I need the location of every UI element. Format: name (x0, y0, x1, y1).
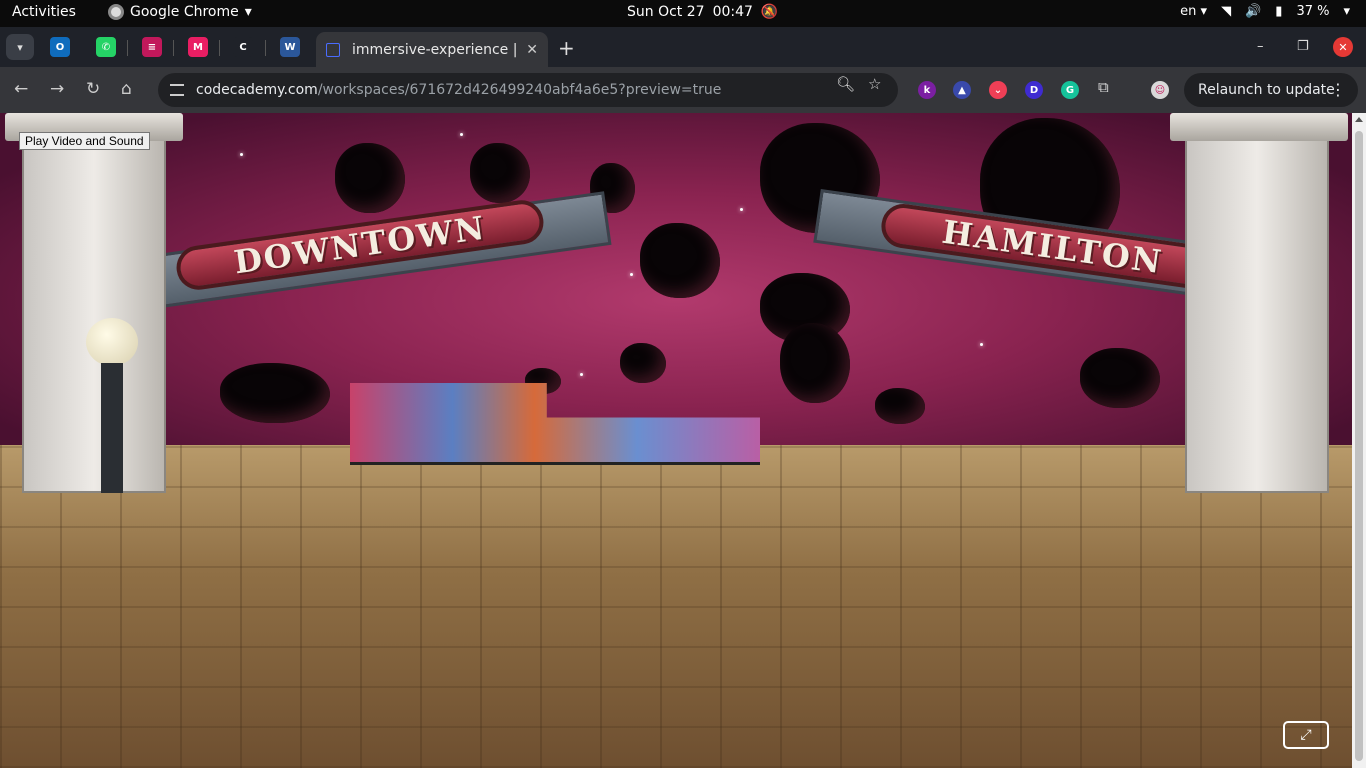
asteroid (875, 388, 925, 424)
site-info-icon[interactable] (170, 84, 184, 96)
d-extension-icon[interactable]: D (1025, 81, 1043, 99)
extensions-puzzle-icon[interactable]: ⧉ (1098, 78, 1109, 96)
zoom-icon[interactable]: 🔍︎ (836, 75, 855, 93)
rocket-extension-icon[interactable]: ▲ (953, 81, 971, 99)
asteroid (640, 223, 720, 298)
scrollbar-thumb[interactable] (1355, 131, 1363, 761)
scroll-up-arrow-icon[interactable] (1355, 117, 1363, 122)
play-video-and-sound-button[interactable]: Play Video and Sound (19, 132, 150, 150)
new-tab-button[interactable]: + (558, 36, 575, 60)
asteroid (1080, 348, 1160, 408)
tab-search-button[interactable]: ▾ (6, 34, 34, 60)
left-lamp-post (101, 363, 123, 493)
tab-divider (265, 40, 266, 56)
grammarly-extension-icon[interactable]: G (1061, 81, 1079, 99)
battery-percent: 37 % (1296, 4, 1330, 19)
system-tray[interactable]: en ▾ ◥ 🔊 ▮ 37 % ▾ (1180, 4, 1350, 19)
left-stone-pillar (22, 123, 166, 493)
app-menu-label: Google Chrome (130, 4, 239, 20)
bookmark-star-icon[interactable]: ☆ (868, 75, 881, 93)
relaunch-to-update-button[interactable]: Relaunch to update ⋮ (1184, 73, 1358, 107)
fullscreen-toggle-icon[interactable]: ⤢ (1283, 721, 1329, 749)
browser-toolbar: ← → ↻ ⌂ codecademy.com/workspaces/671672… (0, 67, 1366, 113)
activities-button[interactable]: Activities (12, 4, 76, 20)
more-menu-icon[interactable]: ⋮ (1330, 80, 1346, 99)
system-top-bar: Activities Google Chrome ▾ Sun Oct 27 00… (0, 0, 1366, 27)
star (240, 153, 243, 156)
language-indicator[interactable]: en ▾ (1180, 4, 1207, 19)
date-label: Sun Oct 27 (627, 4, 705, 20)
tab-app-stack[interactable]: ≡ (142, 37, 162, 57)
star (580, 373, 583, 376)
right-pillar-cap (1170, 113, 1348, 141)
home-button[interactable]: ⌂ (121, 79, 132, 99)
tab-app-tiles[interactable]: M (188, 37, 208, 57)
clock[interactable]: Sun Oct 27 00:47 🔕 (627, 4, 778, 20)
app-menu[interactable]: Google Chrome ▾ (108, 4, 252, 20)
star (980, 343, 983, 346)
profile-avatar[interactable]: ☺ (1151, 81, 1169, 99)
relaunch-label: Relaunch to update (1198, 82, 1335, 98)
asteroid (470, 143, 530, 203)
tab-word[interactable]: W (280, 37, 300, 57)
close-icon[interactable]: ✕ (526, 42, 538, 58)
chrome-icon (108, 4, 124, 20)
wifi-icon: ◥ (1221, 4, 1232, 19)
maximize-button[interactable]: ❐ (1297, 39, 1309, 54)
time-label: 00:47 (712, 4, 753, 20)
k-extension-icon[interactable]: k (918, 81, 936, 99)
right-stone-pillar (1185, 123, 1329, 493)
asteroid (620, 343, 666, 383)
asteroid (220, 363, 330, 423)
back-button[interactable]: ← (14, 79, 28, 99)
battery-icon: ▮ (1275, 4, 1283, 19)
address-bar[interactable]: codecademy.com/workspaces/671672d4264992… (158, 73, 898, 107)
minimize-button[interactable]: – (1257, 39, 1264, 54)
tab-immersive-experience[interactable]: immersive-experience | H ✕ (316, 32, 548, 67)
pocket-extension-icon[interactable]: ⌄ (989, 81, 1007, 99)
tab-strip: ▾ O ✆ ≡ M C W immersive-experience | H ✕… (0, 27, 1366, 67)
language-label: en (1180, 4, 1197, 19)
tab-codecademy[interactable]: C (233, 37, 253, 57)
tab-title: immersive-experience | H (352, 41, 521, 58)
immersive-scene[interactable]: DOWNTOWN HAMILTON (0, 113, 1352, 768)
tab-whatsapp[interactable]: ✆ (96, 37, 116, 57)
url-path: /workspaces/671672d426499240abf4a6e5?pre… (317, 82, 722, 98)
tab-outlook[interactable]: O (50, 37, 70, 57)
chevron-down-icon: ▾ (1343, 4, 1350, 19)
volume-icon: 🔊 (1245, 4, 1262, 19)
star (460, 133, 463, 136)
forward-button[interactable]: → (50, 79, 64, 99)
left-lamp-globe (86, 318, 138, 366)
tab-divider (219, 40, 220, 56)
chevron-down-icon: ▾ (244, 4, 252, 20)
codecademy-favicon-icon (326, 42, 340, 57)
cracked-ground-floor (0, 445, 1352, 768)
asteroid (335, 143, 405, 213)
page-scrollbar[interactable] (1352, 113, 1366, 768)
asteroid (780, 323, 850, 403)
notifications-off-icon: 🔕 (760, 4, 779, 20)
tab-divider (127, 40, 128, 56)
tab-divider (173, 40, 174, 56)
window-close-button[interactable]: ✕ (1333, 37, 1353, 57)
star (630, 273, 633, 276)
star (740, 208, 743, 211)
reload-button[interactable]: ↻ (86, 79, 100, 99)
url-host: codecademy.com (196, 82, 318, 98)
